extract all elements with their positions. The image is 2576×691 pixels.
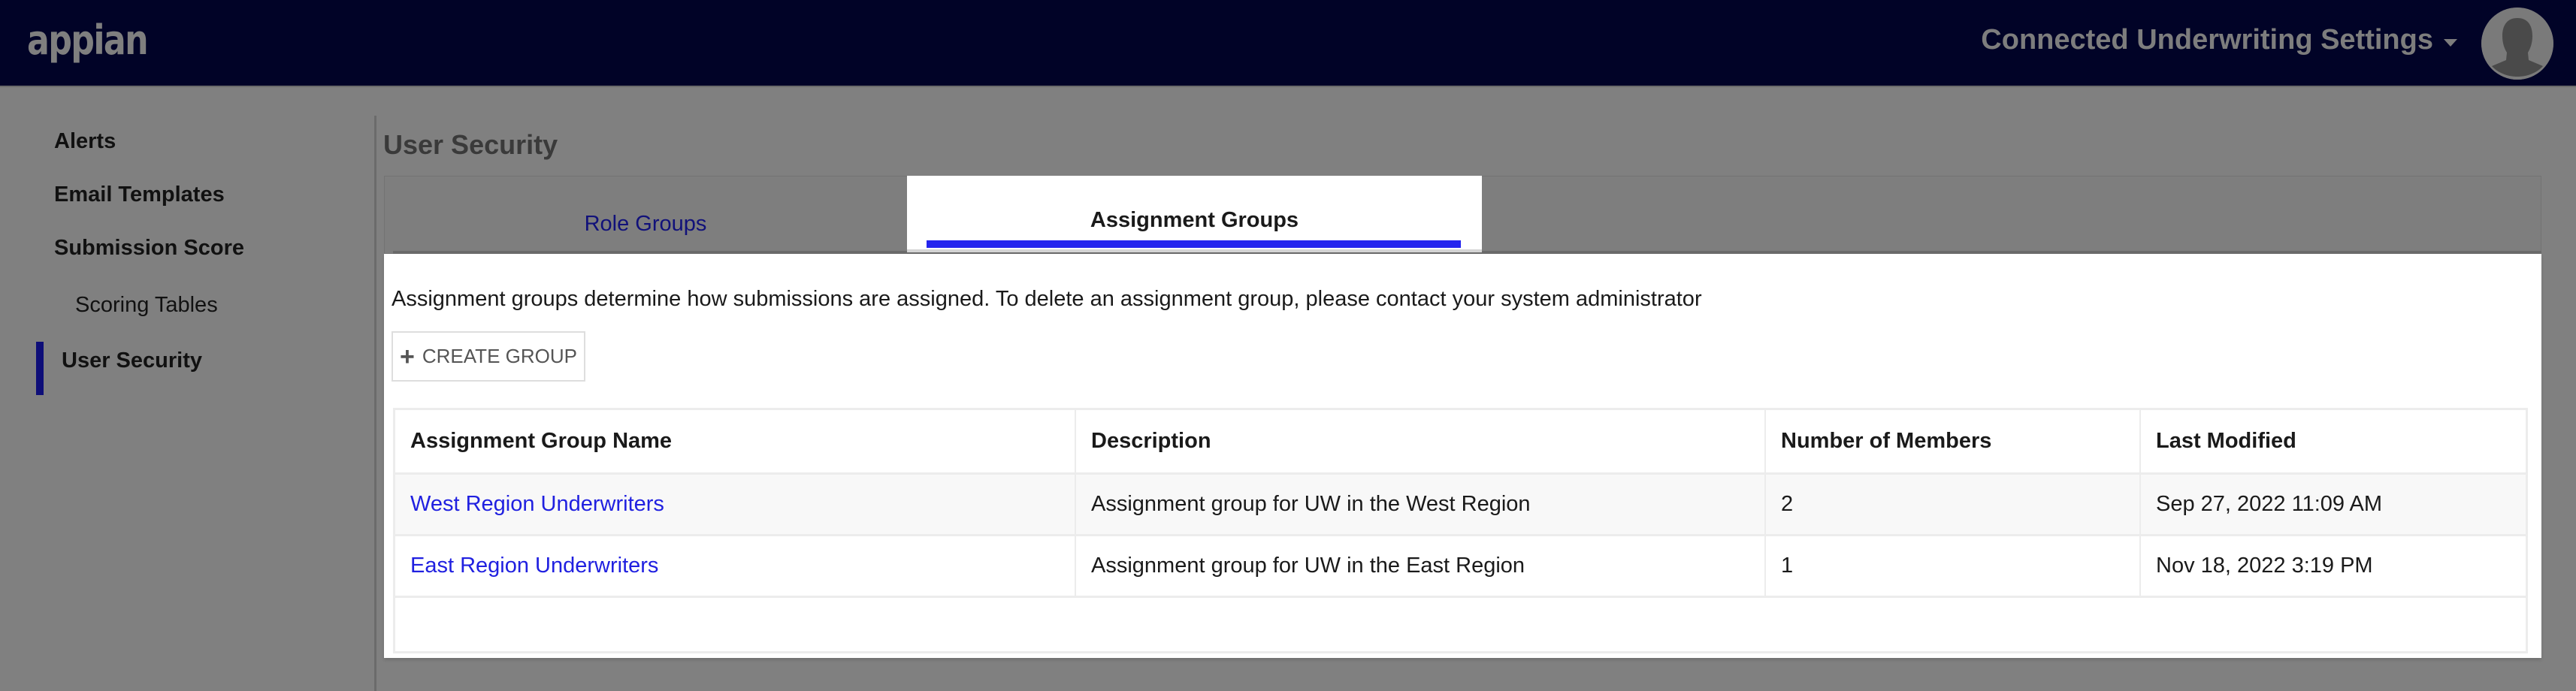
group-name-link[interactable]: West Region Underwriters — [410, 492, 664, 516]
active-indicator — [36, 342, 44, 395]
tab-label: Assignment Groups — [1090, 207, 1299, 232]
selected-tab-indicator — [927, 240, 1461, 248]
table-row: West Region Underwriters Assignment grou… — [395, 473, 2526, 536]
top-navigation-bar: appian Connected Underwriting Settings — [0, 0, 2576, 87]
intro-text: Assignment groups determine how submissi… — [392, 287, 1702, 311]
sidebar-item-submission-score[interactable]: Submission Score — [54, 236, 244, 261]
column-header-members[interactable]: Number of Members — [1765, 410, 2141, 475]
group-name-cell: East Region Underwriters — [395, 535, 1076, 598]
column-header-description[interactable]: Description — [1075, 410, 1766, 475]
caret-down-icon — [2444, 38, 2457, 47]
tab-label: Role Groups — [584, 211, 707, 236]
last-modified-cell: Sep 27, 2022 11:09 AM — [2140, 473, 2526, 536]
app-settings-menu[interactable]: Connected Underwriting Settings — [1981, 24, 2457, 56]
page-title: User Security — [383, 129, 558, 160]
tab-assignment-groups[interactable]: Assignment Groups — [907, 176, 1482, 252]
create-group-button[interactable]: + CREATE GROUP — [392, 331, 585, 382]
members-cell: 2 — [1765, 473, 2141, 536]
user-avatar[interactable] — [2481, 8, 2553, 80]
members-cell: 1 — [1765, 535, 2141, 598]
sidebar-item-user-security[interactable]: User Security — [62, 349, 202, 373]
settings-sidebar: Alerts Email Templates Submission Score … — [0, 89, 374, 691]
sidebar-item-email-templates[interactable]: Email Templates — [54, 183, 225, 207]
table-header-row: Assignment Group Name Description Number… — [395, 410, 2526, 475]
appian-logo[interactable]: appian — [27, 17, 149, 64]
column-header-last-modified[interactable]: Last Modified — [2140, 410, 2526, 475]
group-name-link[interactable]: East Region Underwriters — [410, 554, 658, 578]
last-modified-cell: Nov 18, 2022 3:19 PM — [2140, 535, 2526, 598]
app-title-label: Connected Underwriting Settings — [1981, 24, 2433, 56]
plus-icon: + — [400, 342, 415, 371]
sidebar-item-alerts[interactable]: Alerts — [54, 129, 116, 154]
group-name-cell: West Region Underwriters — [395, 473, 1076, 536]
sidebar-item-scoring-tables[interactable]: Scoring Tables — [75, 293, 218, 318]
description-cell: Assignment group for UW in the West Regi… — [1075, 473, 1766, 536]
create-group-label: CREATE GROUP — [422, 345, 577, 367]
assignment-groups-table: Assignment Group Name Description Number… — [393, 408, 2528, 653]
sidebar-divider — [374, 116, 376, 691]
table-row: East Region Underwriters Assignment grou… — [395, 535, 2526, 598]
tab-role-groups[interactable]: Role Groups — [384, 176, 907, 254]
user-silhouette-icon — [2481, 8, 2553, 80]
column-header-name[interactable]: Assignment Group Name — [395, 410, 1076, 475]
description-cell: Assignment group for UW in the East Regi… — [1075, 535, 1766, 598]
